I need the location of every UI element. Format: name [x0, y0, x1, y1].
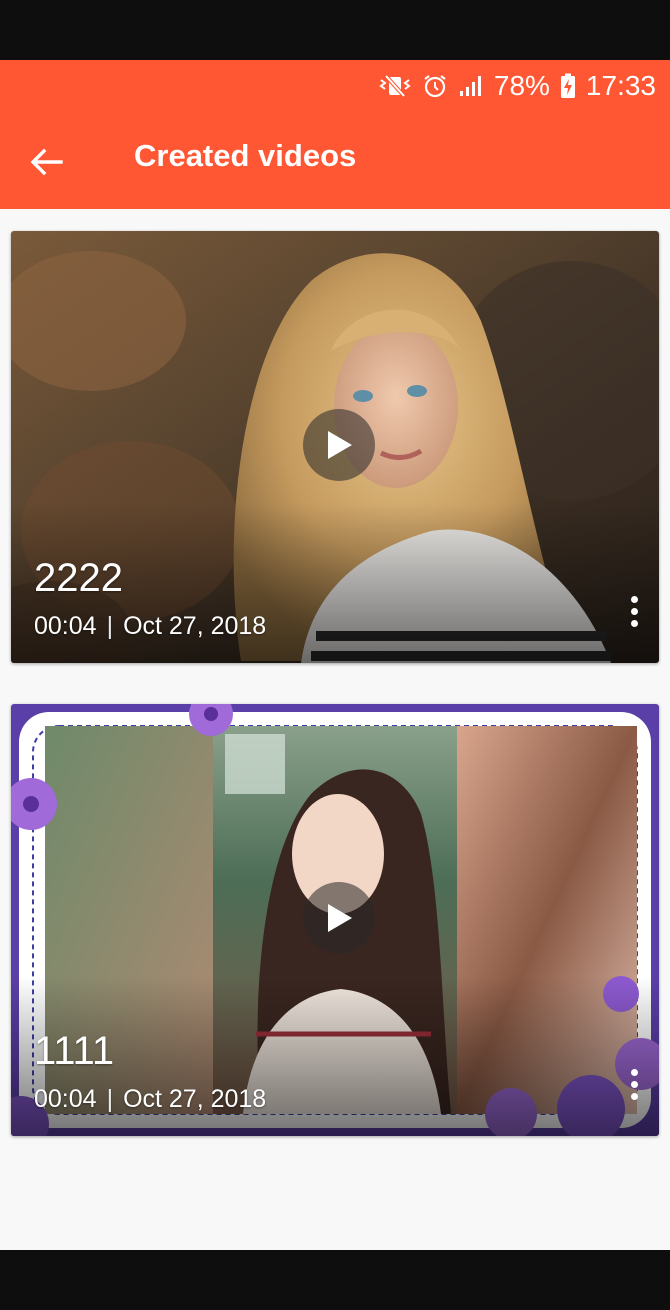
page-title: Created videos [134, 138, 357, 173]
play-icon [328, 904, 352, 932]
app-screen: 78% 17:33 Created videos 2222 00:04 | Oc… [0, 60, 670, 1250]
signal-icon [458, 74, 484, 98]
more-vert-icon [630, 1068, 638, 1076]
more-options-button[interactable] [619, 587, 649, 635]
play-button[interactable] [303, 409, 375, 481]
video-date: Oct 27, 2018 [123, 612, 267, 640]
video-name: 1111 [34, 1029, 115, 1073]
video-name: 2222 [34, 556, 123, 600]
play-button[interactable] [303, 882, 375, 954]
toolbar: Created videos [0, 130, 670, 190]
meta-separator: | [106, 1085, 114, 1113]
battery-percent: 78% [493, 70, 550, 101]
play-icon [328, 431, 352, 459]
video-card[interactable]: 1111 00:04 | Oct 27, 2018 [11, 704, 659, 1136]
alarm-icon [422, 73, 448, 99]
app-bar: 78% 17:33 Created videos [0, 60, 670, 209]
meta-separator: | [106, 612, 114, 640]
video-card[interactable]: 2222 00:04 | Oct 27, 2018 [11, 231, 659, 663]
clock-time: 17:33 [585, 70, 656, 101]
video-duration: 00:04 [34, 1085, 97, 1113]
more-vert-icon [630, 595, 638, 603]
back-button[interactable] [24, 140, 68, 184]
arrow-back-icon [30, 148, 63, 176]
mute-vibrate-icon [378, 74, 412, 98]
system-top-bar [0, 0, 670, 60]
video-meta: 00:04 | Oct 27, 2018 [34, 1085, 266, 1114]
status-bar: 78% 17:33 [378, 66, 656, 106]
more-options-button[interactable] [619, 1060, 649, 1108]
system-nav-bar [0, 1250, 670, 1310]
video-date: Oct 27, 2018 [123, 1085, 267, 1113]
video-meta: 00:04 | Oct 27, 2018 [34, 612, 266, 641]
battery-charging-icon [560, 73, 576, 99]
video-duration: 00:04 [34, 612, 97, 640]
